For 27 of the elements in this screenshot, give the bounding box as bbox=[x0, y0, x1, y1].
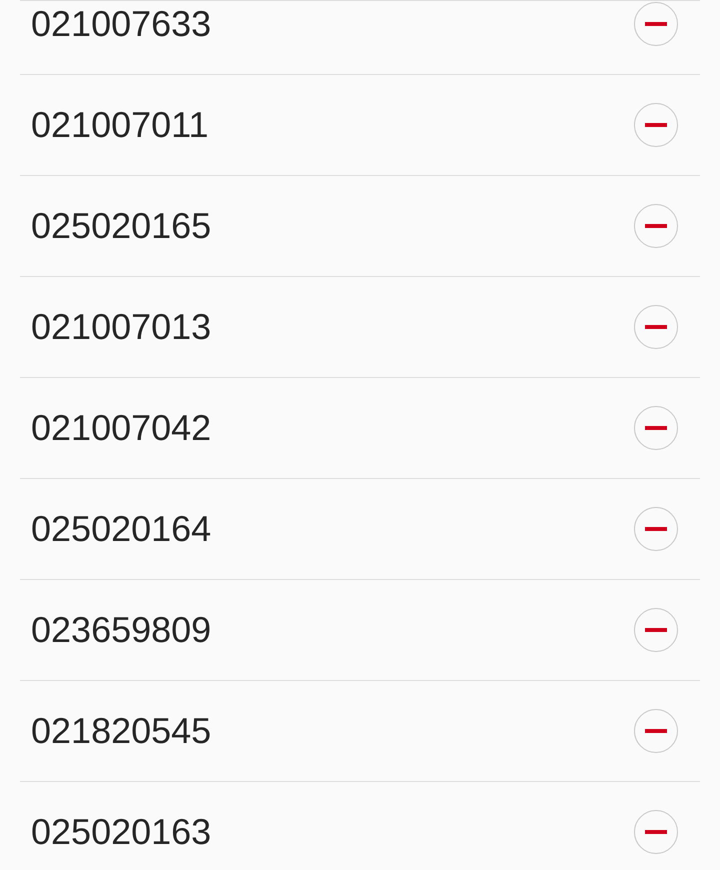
remove-button[interactable] bbox=[634, 608, 678, 652]
remove-button[interactable] bbox=[634, 507, 678, 551]
phone-number: 021007042 bbox=[31, 406, 212, 450]
minus-icon bbox=[645, 729, 667, 733]
phone-number: 021007633 bbox=[31, 2, 212, 46]
phone-number: 025020165 bbox=[31, 204, 212, 248]
phone-number: 025020164 bbox=[31, 507, 212, 551]
phone-number: 021820545 bbox=[31, 709, 212, 753]
minus-icon bbox=[645, 123, 667, 127]
remove-button[interactable] bbox=[634, 709, 678, 753]
phone-number: 021007013 bbox=[31, 305, 212, 349]
minus-icon bbox=[645, 22, 667, 26]
remove-button[interactable] bbox=[634, 2, 678, 46]
minus-icon bbox=[645, 426, 667, 430]
minus-icon bbox=[645, 527, 667, 531]
remove-button[interactable] bbox=[634, 810, 678, 854]
minus-icon bbox=[645, 224, 667, 228]
minus-icon bbox=[645, 830, 667, 834]
remove-button[interactable] bbox=[634, 204, 678, 248]
remove-button[interactable] bbox=[634, 103, 678, 147]
phone-number: 023659809 bbox=[31, 608, 212, 652]
minus-icon bbox=[645, 325, 667, 329]
phone-number: 025020163 bbox=[31, 810, 212, 854]
phone-number: 021007011 bbox=[31, 103, 209, 147]
remove-button[interactable] bbox=[634, 406, 678, 450]
minus-icon bbox=[645, 628, 667, 632]
remove-button[interactable] bbox=[634, 305, 678, 349]
